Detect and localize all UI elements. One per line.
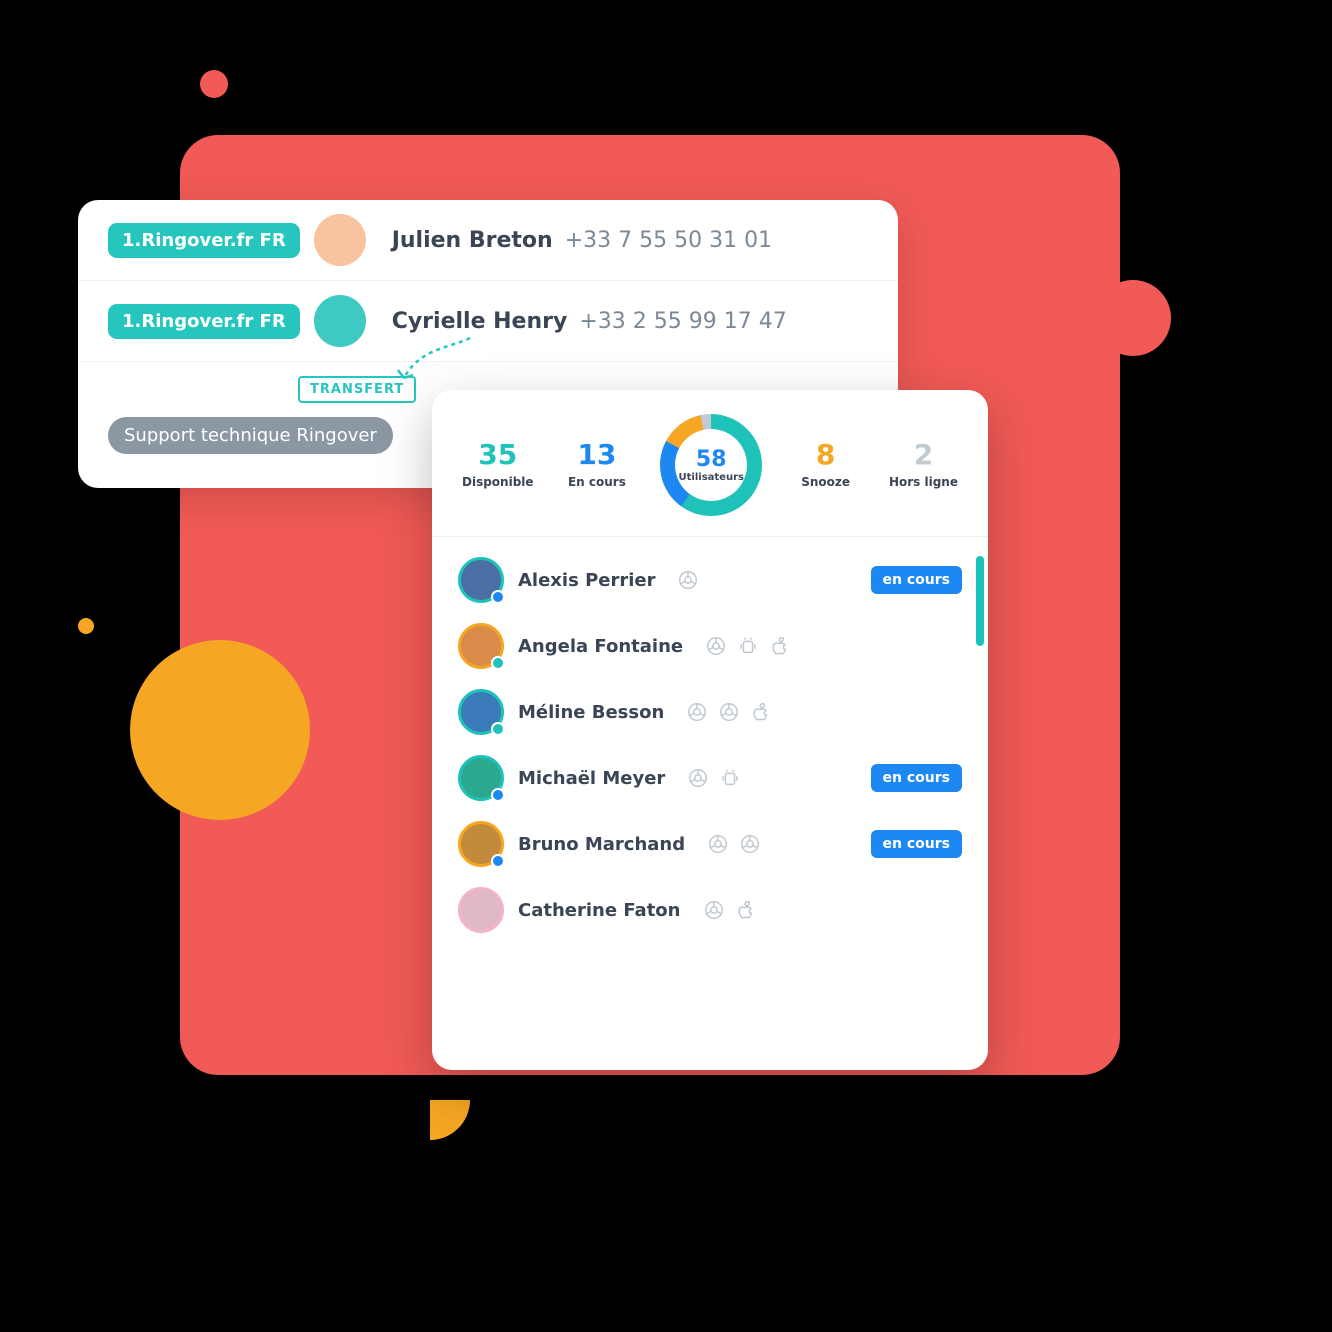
user-name: Catherine Faton [518, 900, 681, 921]
user-row[interactable]: Alexis Perrier en cours [432, 547, 988, 613]
transfer-target[interactable]: Support technique Ringover [108, 417, 393, 454]
chrome-icon [718, 701, 740, 723]
caller-number: +33 2 55 99 17 47 [579, 309, 786, 334]
status-badge[interactable]: en cours [871, 566, 962, 594]
user-row[interactable]: Bruno Marchand en cours [432, 811, 988, 877]
donut-label: Utilisateurs [679, 472, 744, 483]
user-name: Alexis Perrier [518, 570, 655, 591]
status-badge[interactable]: en cours [871, 764, 962, 792]
stat-value: 8 [816, 441, 835, 469]
stat-label: En cours [568, 475, 626, 489]
stat-available[interactable]: 35 Disponible [462, 441, 534, 489]
user-row[interactable]: Méline Besson [432, 679, 988, 745]
scrollbar-thumb[interactable] [976, 556, 984, 646]
device-icons [677, 569, 699, 591]
chrome-icon [677, 569, 699, 591]
stat-in-progress[interactable]: 13 En cours [565, 441, 629, 489]
stat-label: Disponible [462, 475, 534, 489]
avatar [458, 557, 504, 603]
user-list[interactable]: Alexis Perrier en cours Angela Fontaine Mél… [432, 537, 988, 1070]
device-icons [707, 833, 761, 855]
android-icon [719, 767, 741, 789]
apple-icon [735, 899, 757, 921]
user-name: Angela Fontaine [518, 636, 683, 657]
donut-total: 58 [696, 447, 727, 472]
stat-label: Snooze [801, 475, 850, 489]
stat-value: 2 [914, 441, 933, 469]
user-name: Michaël Meyer [518, 768, 665, 789]
avatar [458, 623, 504, 669]
device-icons [686, 701, 772, 723]
avatar [314, 295, 366, 347]
stat-offline[interactable]: 2 Hors ligne [889, 441, 958, 489]
device-icons [703, 899, 757, 921]
decor-dot [78, 618, 94, 634]
chrome-icon [707, 833, 729, 855]
call-row[interactable]: 1.Ringover.fr FR Julien Breton +33 7 55 … [78, 200, 898, 281]
decor-circle [130, 640, 310, 820]
call-source-tag: 1.Ringover.fr FR [108, 304, 300, 339]
status-dot [491, 656, 505, 670]
chrome-icon [703, 899, 725, 921]
user-row[interactable]: Michaël Meyer en cours [432, 745, 988, 811]
avatar [458, 887, 504, 933]
decor-dot [200, 70, 228, 98]
avatar [458, 755, 504, 801]
caller-number: +33 7 55 50 31 01 [565, 228, 772, 253]
status-dot [491, 788, 505, 802]
device-icons [705, 635, 791, 657]
chrome-icon [686, 701, 708, 723]
apple-icon [769, 635, 791, 657]
user-name: Méline Besson [518, 702, 664, 723]
android-icon [737, 635, 759, 657]
status-dot [491, 722, 505, 736]
user-row[interactable]: Catherine Faton [432, 877, 988, 943]
decor-arc [390, 1060, 470, 1140]
chrome-icon [687, 767, 709, 789]
users-donut[interactable]: 58 Utilisateurs [660, 414, 762, 516]
stat-snooze[interactable]: 8 Snooze [794, 441, 858, 489]
chrome-icon [739, 833, 761, 855]
stats-bar: 35 Disponible 13 En cours 58 Utilisateur… [432, 390, 988, 537]
status-dot [491, 590, 505, 604]
stat-value: 35 [478, 441, 517, 469]
transfer-arrow-icon [390, 330, 490, 390]
stat-label: Hors ligne [889, 475, 958, 489]
caller-name: Julien Breton [392, 228, 553, 253]
call-source-tag: 1.Ringover.fr FR [108, 223, 300, 258]
device-icons [687, 767, 741, 789]
status-badge[interactable]: en cours [871, 830, 962, 858]
avatar [314, 214, 366, 266]
avatar [458, 821, 504, 867]
user-name: Bruno Marchand [518, 834, 685, 855]
avatar [458, 689, 504, 735]
user-row[interactable]: Angela Fontaine [432, 613, 988, 679]
status-dot [491, 854, 505, 868]
users-card: 35 Disponible 13 En cours 58 Utilisateur… [432, 390, 988, 1070]
stat-value: 13 [577, 441, 616, 469]
apple-icon [750, 701, 772, 723]
decor-dot [1095, 280, 1171, 356]
chrome-icon [705, 635, 727, 657]
